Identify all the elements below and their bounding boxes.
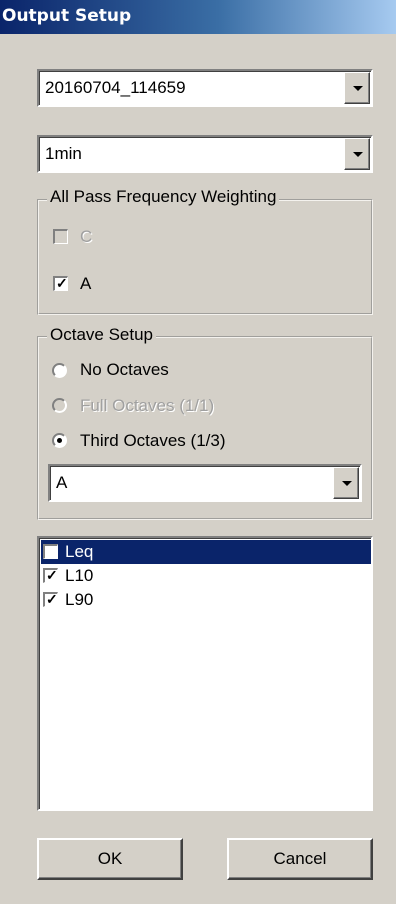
- l10-checkbox[interactable]: ✓: [43, 567, 58, 583]
- checkmark-icon: ✓: [46, 567, 58, 583]
- full-octaves-radio[interactable]: [52, 398, 67, 413]
- l90-checkbox[interactable]: ✓: [43, 591, 58, 607]
- file-dropdown-button[interactable]: [344, 72, 370, 104]
- cancel-button[interactable]: Cancel: [227, 838, 373, 880]
- octave-weighting-dropdown[interactable]: A: [48, 464, 362, 502]
- weighting-group: [37, 199, 373, 315]
- checkmark-icon: ✓: [46, 543, 58, 559]
- checkmark-icon: ✓: [56, 275, 68, 291]
- weighting-c-checkbox[interactable]: [53, 229, 68, 244]
- list-item-label: L90: [65, 590, 94, 609]
- list-item-label: Leq: [65, 542, 94, 561]
- list-item-l10[interactable]: ✓ L10: [41, 564, 371, 588]
- weighting-a-label: A: [80, 274, 92, 293]
- chevron-down-icon: [353, 86, 363, 91]
- no-octaves-radio[interactable]: [52, 363, 67, 378]
- metrics-list[interactable]: ✓ Leq ✓ L10 ✓ L90: [37, 536, 373, 811]
- third-octaves-label: Third Octaves (1/3): [80, 431, 226, 450]
- checkmark-icon: ✓: [46, 591, 58, 607]
- octave-weighting-value: A: [56, 473, 68, 492]
- list-item-label: L10: [65, 566, 94, 585]
- no-octaves-label: No Octaves: [80, 360, 169, 379]
- weighting-a-checkbox[interactable]: ✓: [53, 275, 68, 291]
- octave-group-label: Octave Setup: [47, 325, 157, 345]
- interval-dropdown-value: 1min: [45, 144, 82, 163]
- ok-button[interactable]: OK: [37, 838, 183, 880]
- interval-dropdown-button[interactable]: [344, 138, 370, 170]
- interval-dropdown[interactable]: 1min: [37, 135, 373, 173]
- weighting-c-label: C: [80, 227, 93, 246]
- weighting-group-label: All Pass Frequency Weighting: [47, 187, 280, 207]
- list-item-l90[interactable]: ✓ L90: [41, 588, 371, 612]
- leq-checkbox[interactable]: ✓: [43, 543, 58, 559]
- chevron-down-icon: [353, 152, 363, 157]
- full-octaves-label: Full Octaves (1/1): [80, 396, 215, 415]
- octave-weighting-button[interactable]: [333, 467, 359, 499]
- title-bar: Output Setup: [0, 0, 396, 34]
- file-dropdown-value: 20160704_114659: [45, 78, 186, 97]
- radio-dot-icon: [57, 438, 62, 443]
- list-item-leq[interactable]: ✓ Leq: [41, 540, 371, 564]
- third-octaves-radio[interactable]: [52, 433, 67, 448]
- file-dropdown[interactable]: 20160704_114659: [37, 69, 373, 107]
- chevron-down-icon: [342, 481, 352, 486]
- window-title: Output Setup: [2, 6, 132, 26]
